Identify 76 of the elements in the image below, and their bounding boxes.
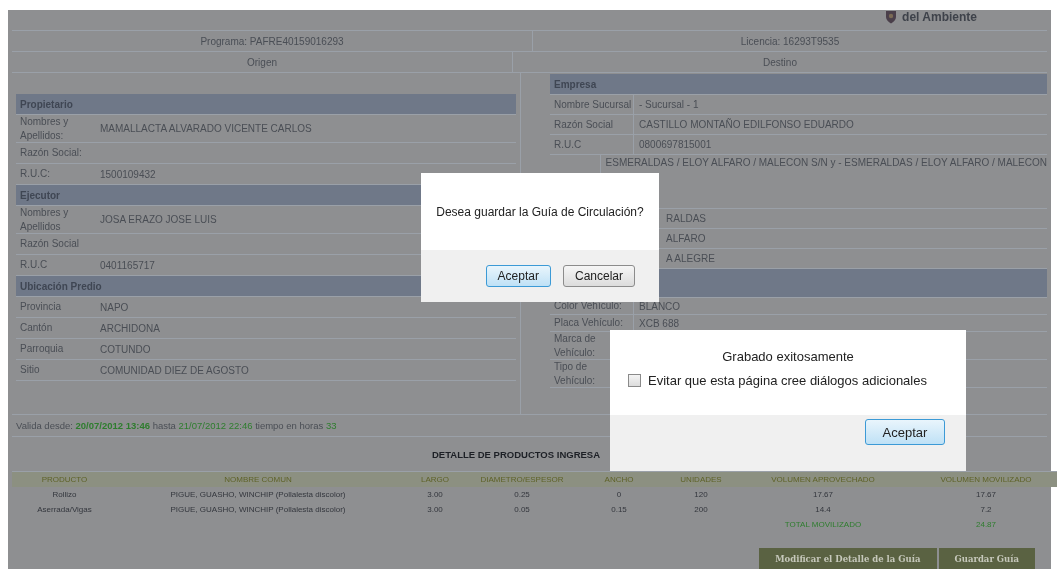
field-label: Sitio	[20, 364, 40, 376]
field-value: MAMALLACTA ALVARADO VICENTE CARLOS	[100, 123, 312, 134]
field-value: JOSA ERAZO JOSE LUIS	[100, 214, 217, 225]
field-value: BLANCO	[639, 300, 681, 312]
field-value: ARCHIDONA	[100, 322, 160, 334]
column-header: ANCHO	[604, 475, 634, 484]
table-cell: PIGUE, GUASHO, WINCHIP (Pollalesta discolor)	[170, 505, 346, 514]
table-cell: 17.67	[813, 490, 833, 499]
column-header: NOMBRE COMUN	[224, 475, 292, 484]
field-value: 0800697815001	[639, 139, 712, 150]
field-value: COTUNDO	[100, 343, 151, 355]
products-title: DETALLE DE PRODUCTOS INGRESA	[432, 448, 601, 460]
table-cell: 0.15	[611, 505, 627, 514]
license-label: Licencia: 16293T9535	[739, 34, 841, 49]
column-heading: Origen	[12, 52, 513, 72]
field-label: Nombres y Apellidos:	[20, 116, 69, 141]
field-label: Provincia	[20, 301, 62, 313]
checkbox[interactable]	[628, 374, 641, 387]
checkbox-label: Evitar que esta página cree diálogos adicionales	[648, 373, 927, 388]
field-value: XCB 688	[639, 317, 680, 329]
table-cell: PIGUE, GUASHO, WINCHIP (Pollalesta discolor)	[170, 490, 346, 499]
field-label: Tipo de Vehículo:	[554, 360, 597, 387]
table-cell: Rollizo	[52, 490, 77, 499]
dialog-button[interactable]: Aceptar	[865, 419, 945, 445]
field-value: ALFARO	[666, 233, 706, 244]
field-label: R.U.C	[554, 137, 582, 152]
column-header: LARGO	[421, 475, 449, 484]
field-label: R.U.C	[20, 259, 48, 271]
dialog-button[interactable]: Aceptar	[485, 265, 551, 287]
field-label: Placa Vehículo:	[554, 316, 623, 330]
field-label: Parroquia	[20, 343, 64, 355]
dialog-message: Desea guardar la Guía de Circulación?	[436, 204, 644, 219]
action-button[interactable]: Guardar Guía	[938, 548, 1035, 569]
field-label: Nombre Sucursal	[554, 97, 632, 112]
column-header: UNIDADES	[680, 475, 722, 484]
table-cell: 200	[694, 505, 708, 514]
field-value: - Sucursal - 1	[639, 99, 699, 110]
logo-text: del Ambiente	[902, 10, 977, 24]
table-cell: 0.25	[514, 490, 530, 499]
field-label: Nombres y Apellidos	[20, 207, 69, 232]
total-value: 24.87	[976, 520, 996, 529]
table-cell: 17.67	[976, 490, 996, 499]
table-cell: Aserrada/Vigas	[37, 505, 92, 514]
column-heading: Destino	[762, 55, 798, 70]
table-cell: 0.05	[514, 505, 530, 514]
column-header: VOLUMEN APROVECHADO	[771, 475, 875, 484]
field-label: R.U.C:	[20, 168, 50, 180]
field-value: 0401165717	[100, 259, 155, 271]
field-label: Marca de Vehículo:	[554, 332, 597, 359]
dialog-button[interactable]: Cancelar	[562, 265, 635, 287]
field-value: CASTILLO MONTAÑO EDILFONSO EDUARDO	[639, 119, 854, 130]
field-value: 1500109432	[100, 168, 156, 180]
field-value: RALDAS	[666, 213, 706, 224]
table-cell: 14.4	[815, 505, 831, 514]
column-header: VOLUMEN MOVILIZADO	[940, 475, 1032, 484]
field-value: A ALEGRE	[666, 253, 715, 264]
table-cell: 120	[694, 490, 708, 499]
field-label: Razón Social:	[20, 147, 82, 159]
field-label: Razón Social	[20, 238, 79, 250]
table-cell: 0	[616, 490, 622, 499]
table-cell: 7.2	[980, 505, 992, 514]
action-button[interactable]: Modificar el Detalle de la Guía	[759, 548, 937, 569]
field-value: COMUNIDAD DIEZ DE AGOSTO	[100, 364, 249, 376]
field-label: Cantón	[20, 322, 53, 334]
program-label: Programa: PAFRE40159016293	[12, 31, 533, 51]
dialog-message: Grabado exitosamente	[722, 349, 854, 364]
field-value: NAPO	[100, 301, 129, 313]
field-label: Razón Social	[554, 117, 613, 132]
field-value: ESMERALDAS / ELOY ALFARO / MALECON S/N y - ESMERALDAS / ELOY ALFARO / MALECON	[605, 157, 1047, 168]
column-header: PRODUCTO	[41, 475, 88, 484]
column-header: DIAMETRO/ESPESOR	[480, 475, 564, 484]
table-cell: 3.00	[427, 490, 443, 499]
validity-text: Valida desde: 20/07/2012 13:46 hasta 21/07/2012 22:46 tiempo en horas 33	[16, 420, 337, 431]
table-cell: 3.00	[427, 505, 443, 514]
shield-icon	[884, 10, 899, 24]
total-label: TOTAL MOVILIZADO	[784, 520, 862, 529]
